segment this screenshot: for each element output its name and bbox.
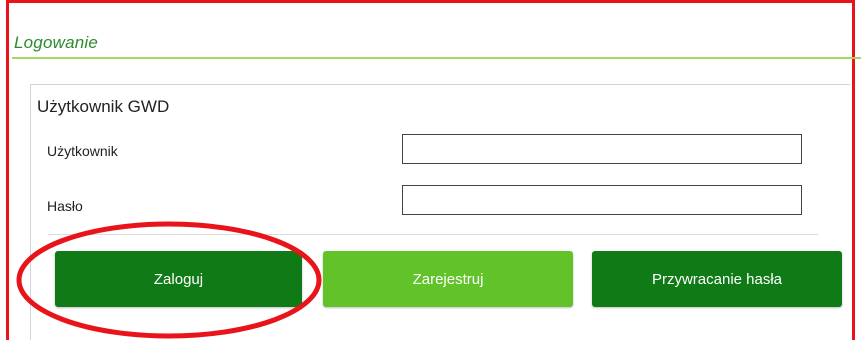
register-button[interactable]: Zarejestruj (323, 251, 573, 307)
form-divider (48, 234, 818, 235)
username-label: Użytkownik (47, 143, 118, 159)
password-label: Hasło (47, 198, 83, 214)
password-recovery-button[interactable]: Przywracanie hasła (592, 251, 842, 307)
login-button[interactable]: Zaloguj (55, 251, 302, 307)
section-title: Logowanie (14, 33, 99, 52)
username-input[interactable] (402, 134, 802, 164)
password-input[interactable] (402, 185, 802, 215)
section-title-rule (12, 57, 861, 59)
panel-title: Użytkownik GWD (37, 97, 170, 116)
